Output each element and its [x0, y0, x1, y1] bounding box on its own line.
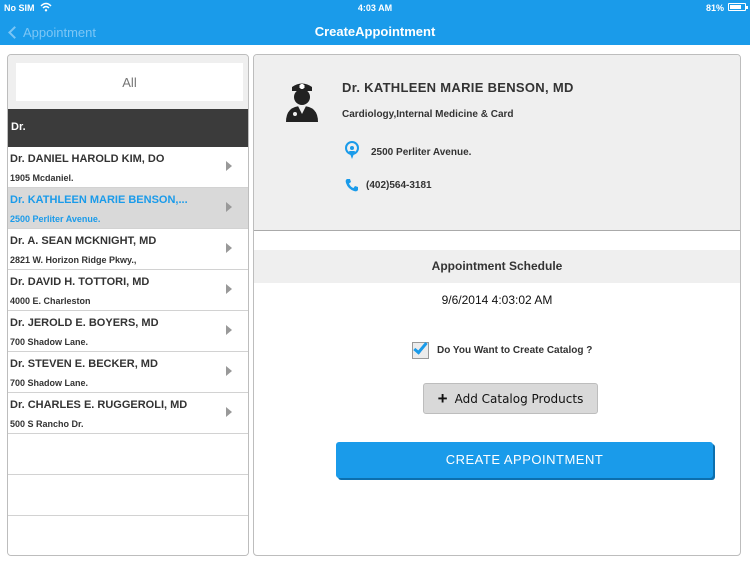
top-bar: No SIM 4:03 AM 81% Appointment CreateApp…: [0, 0, 750, 45]
doctor-list-item-name: Dr. JEROLD E. BOYERS, MD: [10, 317, 159, 329]
doctor-list-panel: Dr. Dr. DANIEL HAROLD KIM, DO 1905 Mcdani…: [7, 54, 249, 556]
doctor-list: Dr. DANIEL HAROLD KIM, DO 1905 Mcdaniel. D…: [8, 147, 248, 434]
doctor-card: Dr. KATHLEEN MARIE BENSON, MD Cardiology…: [254, 55, 740, 231]
create-catalog-toggle[interactable]: Do You Want to Create Catalog ?: [412, 338, 593, 359]
plus-icon: +: [437, 389, 448, 408]
doctor-list-item-name: Dr. KATHLEEN MARIE BENSON,...: [10, 194, 188, 206]
schedule-header: Appointment Schedule: [254, 250, 740, 283]
doctor-list-item[interactable]: Dr. CHARLES E. RUGGEROLI, MD 500 S Rancho…: [8, 393, 248, 434]
doctor-list-item-address: 700 Shadow Lane.: [10, 378, 89, 388]
schedule-datetime[interactable]: 9/6/2014 4:03:02 AM: [254, 293, 740, 307]
battery-percent: 81%: [705, 3, 724, 13]
add-catalog-products-button[interactable]: + Add Catalog Products: [423, 383, 598, 414]
empty-row: [8, 475, 248, 516]
appointment-detail-panel: Dr. KATHLEEN MARIE BENSON, MD Cardiology…: [253, 54, 741, 556]
create-appointment-button[interactable]: CREATE APPOINTMENT: [336, 442, 713, 478]
doctor-list-item-name: Dr. STEVEN E. BECKER, MD: [10, 358, 158, 370]
filter-bar: [8, 55, 248, 109]
chevron-right-icon: [226, 407, 232, 417]
doctor-list-item[interactable]: Dr. A. SEAN MCKNIGHT, MD 2821 W. Horizon …: [8, 229, 248, 270]
doctor-list-item-address: 4000 E. Charleston: [10, 296, 91, 306]
doctor-list-item-address: 1905 Mcdaniel.: [10, 173, 74, 183]
status-bar: No SIM 4:03 AM 81%: [0, 0, 750, 16]
filter-input[interactable]: [16, 63, 243, 101]
doctor-list-item[interactable]: Dr. STEVEN E. BECKER, MD 700 Shadow Lane.: [8, 352, 248, 393]
doctor-address: 2500 Perliter Avenue.: [371, 147, 472, 158]
doctor-list-item-address: 2821 W. Horizon Ridge Pkwy.,: [10, 255, 137, 265]
battery-icon: [728, 3, 748, 11]
chevron-right-icon: [226, 284, 232, 294]
location-pin-icon: [345, 141, 359, 159]
chevron-right-icon: [226, 202, 232, 212]
chevron-right-icon: [226, 325, 232, 335]
doctor-avatar-icon: [286, 83, 318, 122]
doctor-list-item-address: 500 S Rancho Dr.: [10, 419, 84, 429]
phone-icon: [345, 179, 358, 192]
doctor-list-item[interactable]: Dr. DANIEL HAROLD KIM, DO 1905 Mcdaniel.: [8, 147, 248, 188]
empty-row: [8, 516, 248, 555]
doctor-list-item[interactable]: Dr. DAVID H. TOTTORI, MD 4000 E. Charlest…: [8, 270, 248, 311]
doctor-list-item-name: Dr. DANIEL HAROLD KIM, DO: [10, 153, 165, 165]
empty-row: [8, 434, 248, 475]
section-header: Dr.: [8, 109, 248, 147]
doctor-list-item-address: 2500 Perliter Avenue.: [10, 214, 101, 224]
doctor-specialty: Cardiology,Internal Medicine & Card: [342, 109, 514, 120]
navigation-bar: Appointment CreateAppointment: [0, 18, 750, 45]
doctor-list-item-name: Dr. CHARLES E. RUGGEROLI, MD: [10, 399, 188, 411]
status-time: 4:03 AM: [357, 3, 393, 13]
checkmark-icon: [413, 338, 428, 355]
doctor-phone: (402)564-3181: [366, 180, 432, 191]
page-title: CreateAppointment: [314, 24, 436, 39]
doctor-list-item[interactable]: Dr. KATHLEEN MARIE BENSON,... 2500 Perlit…: [8, 188, 248, 229]
doctor-name: Dr. KATHLEEN MARIE BENSON, MD: [342, 80, 574, 95]
chevron-right-icon: [226, 243, 232, 253]
doctor-list-item-name: Dr. A. SEAN MCKNIGHT, MD: [10, 235, 157, 247]
battery-level: [730, 5, 741, 9]
chevron-right-icon: [226, 161, 232, 171]
doctor-list-item-name: Dr. DAVID H. TOTTORI, MD: [10, 276, 150, 288]
chevron-right-icon: [226, 366, 232, 376]
catalog-checkbox[interactable]: [412, 338, 429, 359]
catalog-checkbox-label: Do You Want to Create Catalog ?: [437, 344, 593, 356]
add-catalog-products-label: Add Catalog Products: [454, 391, 584, 406]
doctor-list-item-address: 700 Shadow Lane.: [10, 337, 89, 347]
doctor-list-item[interactable]: Dr. JEROLD E. BOYERS, MD 700 Shadow Lane.: [8, 311, 248, 352]
